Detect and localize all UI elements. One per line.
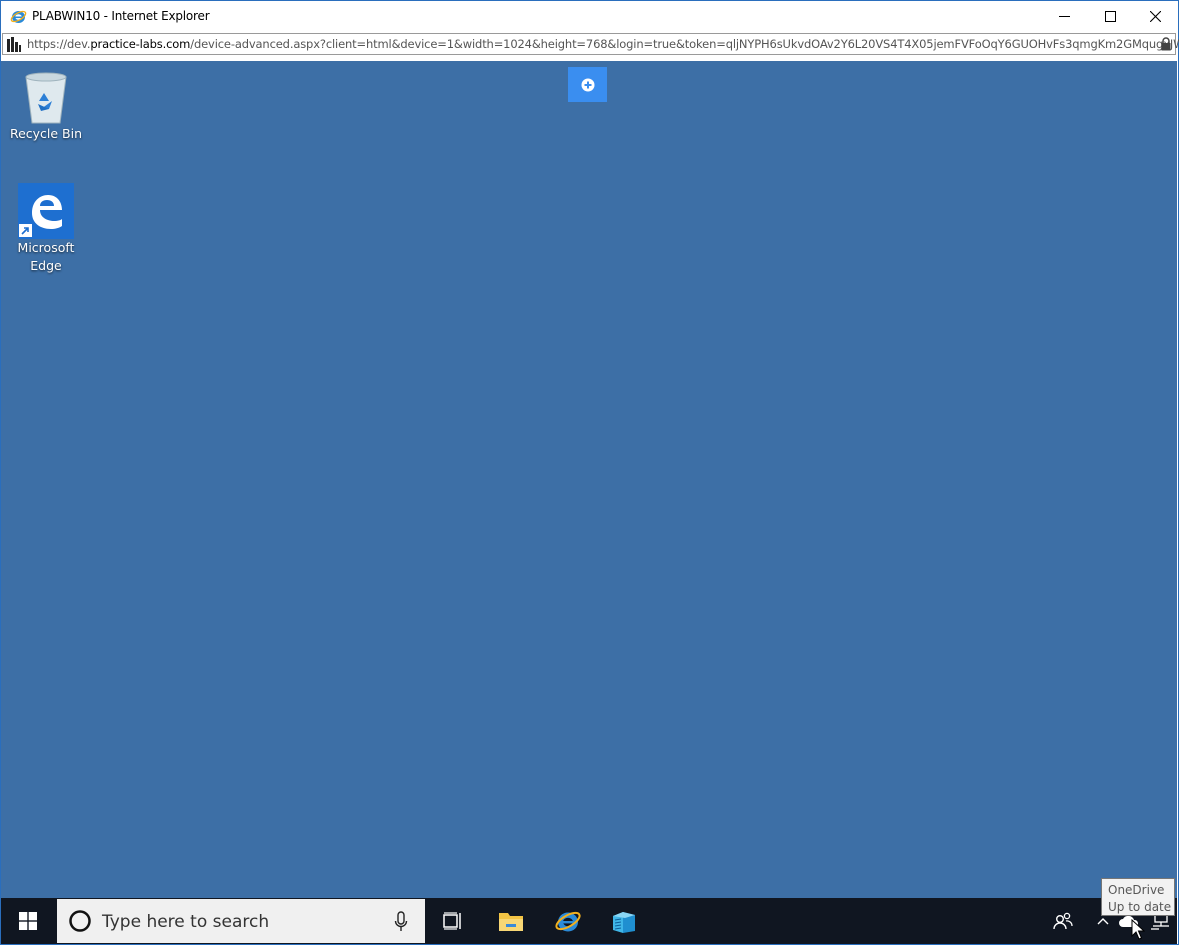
people-icon <box>1053 912 1073 930</box>
lock-icon[interactable] <box>1161 37 1171 51</box>
recycle-bin-icon <box>25 72 67 124</box>
title-bar[interactable]: PLABWIN10 - Internet Explorer <box>1 1 1178 32</box>
edge-icon <box>18 183 74 239</box>
task-view-button[interactable] <box>427 898 479 944</box>
plus-circle-icon <box>581 78 594 91</box>
address-bar[interactable]: https://dev.practice-labs.com/device-adv… <box>2 33 1179 55</box>
desktop-icon-label: Recycle Bin <box>9 126 83 141</box>
file-explorer-button[interactable] <box>485 898 537 944</box>
url-host: practice-labs.com <box>90 37 191 51</box>
search-box[interactable]: Type here to search <box>57 899 425 943</box>
maximize-icon <box>1104 11 1116 22</box>
server-manager-button[interactable] <box>598 898 650 944</box>
tooltip-line-1: OneDrive <box>1108 883 1165 897</box>
internet-explorer-icon <box>555 911 581 932</box>
desktop-icon-recycle-bin[interactable]: Recycle Bin <box>3 71 89 143</box>
minimize-button[interactable] <box>1041 1 1087 32</box>
desktop-icon-label: Microsoft Edge <box>17 240 75 273</box>
site-favicon-icon <box>7 37 21 52</box>
minimize-icon <box>1058 16 1070 17</box>
maximize-button[interactable] <box>1087 1 1133 32</box>
desktop[interactable]: Recycle Bin Microsoft Edge <box>1 61 1177 898</box>
close-icon <box>1149 11 1161 22</box>
window-title: PLABWIN10 - Internet Explorer <box>32 9 210 23</box>
desktop-icon-microsoft-edge[interactable]: Microsoft Edge <box>3 183 89 275</box>
onedrive-tooltip: OneDrive Up to date <box>1101 878 1175 916</box>
tooltip-line-2: Up to date <box>1108 900 1172 914</box>
search-placeholder: Type here to search <box>102 912 270 932</box>
internet-explorer-taskbar-button[interactable] <box>542 898 594 944</box>
internet-explorer-icon <box>10 10 27 23</box>
microphone-icon[interactable] <box>394 911 408 933</box>
file-explorer-icon <box>499 913 523 931</box>
url-prefix: https://dev. <box>27 37 91 51</box>
remote-toolbar-button[interactable] <box>568 67 607 102</box>
start-button[interactable] <box>1 898 55 944</box>
url-path: /device-advanced.aspx?client=html&device… <box>190 37 1179 51</box>
people-button[interactable] <box>1039 898 1087 944</box>
server-manager-icon <box>613 912 635 933</box>
url-text[interactable]: https://dev.practice-labs.com/device-adv… <box>27 37 1179 51</box>
cortana-icon <box>69 910 91 932</box>
mouse-cursor-icon <box>1131 919 1145 940</box>
chevron-up-icon <box>1097 918 1109 925</box>
taskbar: Type here to search <box>1 898 1177 944</box>
close-button[interactable] <box>1132 1 1178 32</box>
task-view-icon <box>443 912 461 930</box>
windows-logo-icon <box>19 912 37 930</box>
